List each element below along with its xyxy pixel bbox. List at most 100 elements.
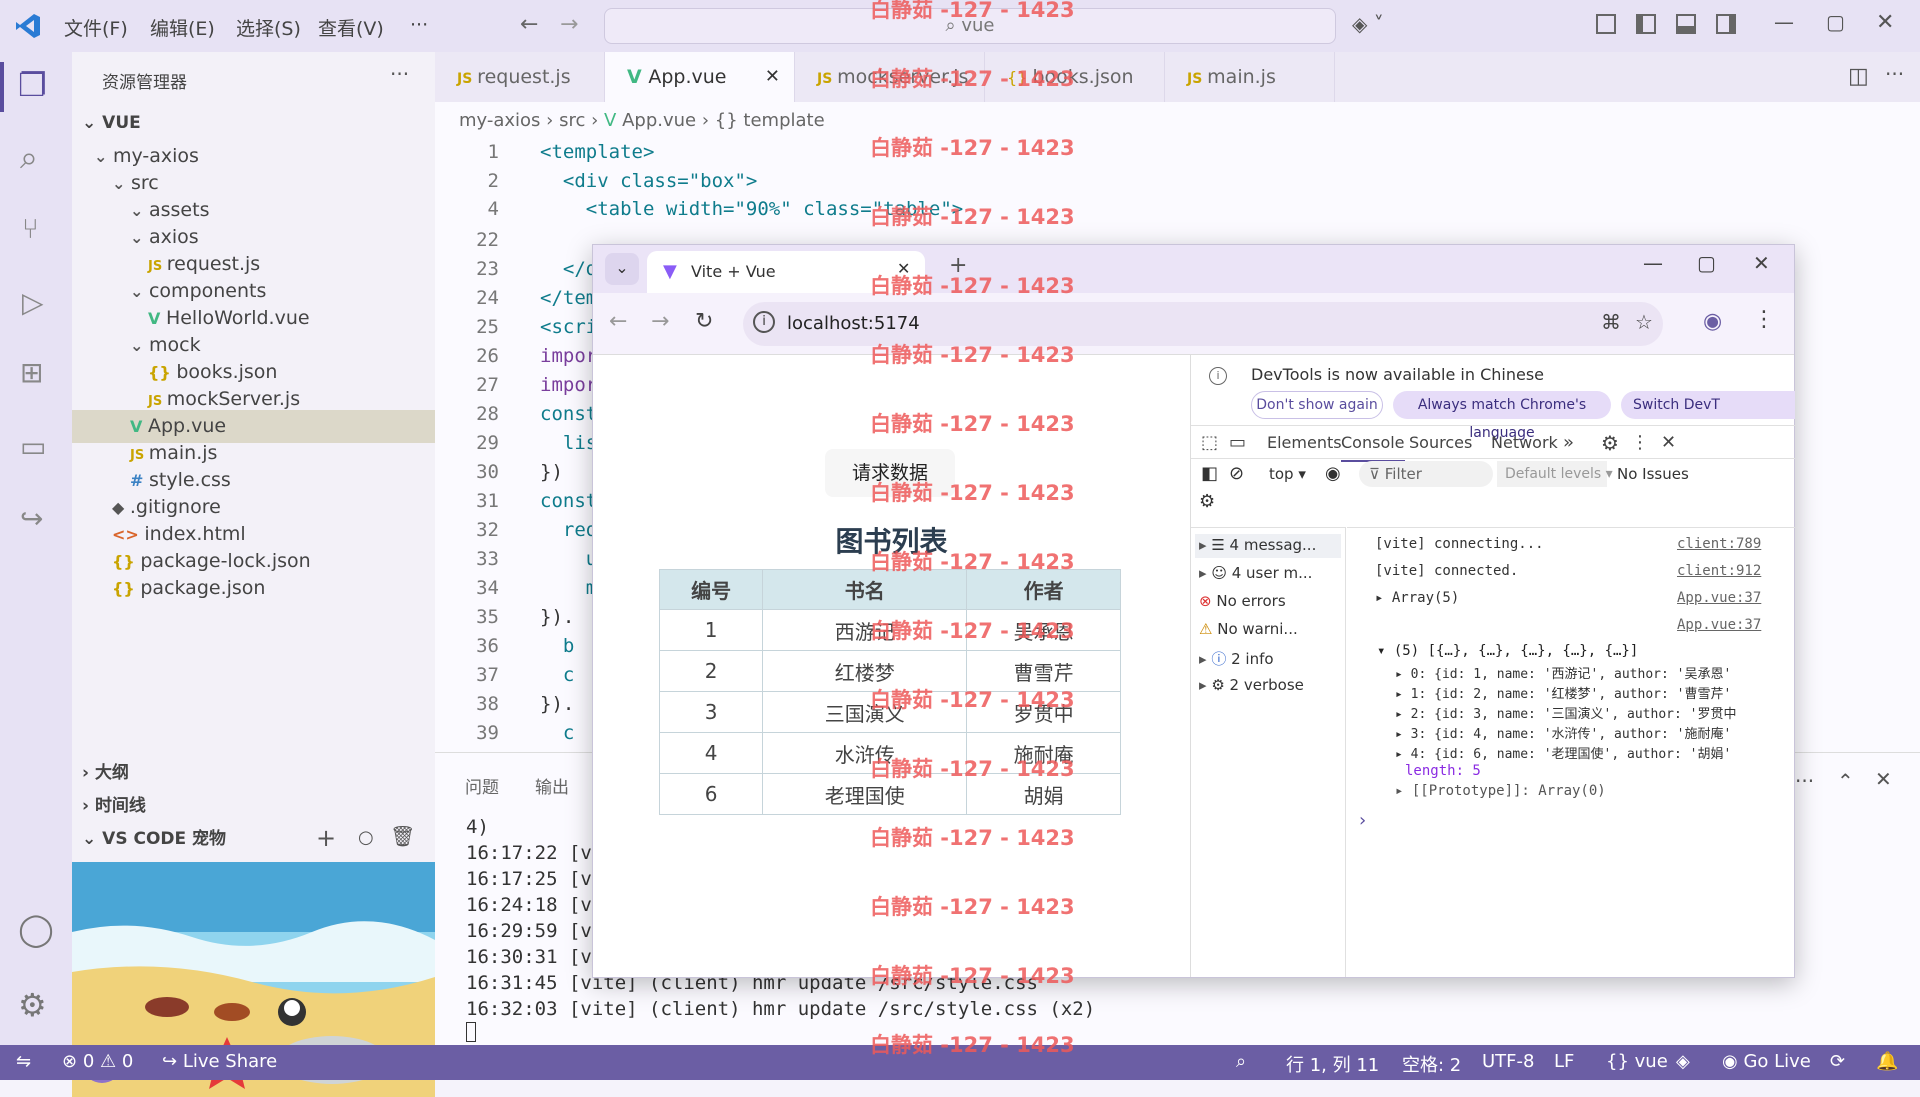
- zoom-icon[interactable]: ⌕: [1236, 1051, 1246, 1072]
- breadcrumb-item[interactable]: my-axios: [459, 110, 540, 131]
- reload-icon[interactable]: ↻: [695, 309, 713, 334]
- code-line[interactable]: m: [540, 577, 597, 599]
- tab-sources[interactable]: Sources: [1409, 426, 1472, 460]
- console-message[interactable]: ▸ Array(5): [1375, 590, 1459, 606]
- code-line[interactable]: req: [540, 519, 597, 541]
- code-line[interactable]: }).: [540, 606, 574, 628]
- pet-section[interactable]: ⌄ VS CODE 宠物: [72, 823, 435, 856]
- live-share-status[interactable]: ↪ Live Share: [162, 1051, 277, 1072]
- tab-app-vue[interactable]: V App.vue ✕: [605, 52, 795, 102]
- toggle-secondary-sidebar-icon[interactable]: [1716, 14, 1736, 34]
- array-expanded[interactable]: ▾ (5) [{…}, {…}, {…}, {…}, {…}]: [1377, 643, 1638, 659]
- clear-console-icon[interactable]: ⊘: [1229, 463, 1244, 484]
- bookmark-star-icon[interactable]: ☆: [1635, 310, 1653, 334]
- device-toolbar-icon[interactable]: ▭: [1229, 426, 1246, 460]
- more-tabs-icon[interactable]: »: [1563, 426, 1574, 460]
- account-icon[interactable]: ◯: [18, 910, 54, 948]
- code-line[interactable]: const: [540, 490, 597, 512]
- context-select[interactable]: top ▾: [1269, 465, 1306, 483]
- profile-icon[interactable]: ◉: [1703, 309, 1722, 334]
- array-item[interactable]: ▸ 1: {id: 2, name: '红楼梦', author: '曹雪芹': [1395, 683, 1731, 702]
- remote-icon[interactable]: ⇋: [16, 1051, 31, 1072]
- search-icon[interactable]: ⌕: [20, 138, 38, 177]
- menu-more[interactable]: ···: [410, 14, 428, 36]
- code-line[interactable]: c: [540, 722, 574, 744]
- array-item[interactable]: ▸ 4: {id: 6, name: '老理国使', author: '胡娟': [1395, 743, 1731, 762]
- code-line[interactable]: impor: [540, 345, 597, 367]
- browser-menu-icon[interactable]: ⋮: [1753, 307, 1775, 332]
- console-filter-input[interactable]: ⊽ Filter: [1359, 461, 1493, 487]
- customize-devtools-icon[interactable]: ⋮: [1631, 426, 1649, 460]
- tab-main-js[interactable]: JS main.js: [1165, 52, 1335, 102]
- maximize-icon[interactable]: ▢: [1826, 10, 1845, 34]
- console-sidebar-item[interactable]: ▸ ☰ 4 messag...: [1199, 536, 1316, 554]
- menu-edit[interactable]: 编辑(E): [150, 14, 215, 41]
- code-line[interactable]: const: [540, 403, 597, 425]
- array-prototype[interactable]: ▸ [[Prototype]]: Array(0): [1395, 783, 1606, 799]
- code-line[interactable]: lis: [540, 432, 597, 454]
- console-source-link[interactable]: App.vue:37: [1677, 590, 1761, 606]
- live-expression-eye-icon[interactable]: ◉: [1325, 463, 1341, 484]
- tab-console[interactable]: Console: [1341, 426, 1405, 462]
- run-debug-icon[interactable]: ▷: [22, 286, 44, 319]
- tab-problems[interactable]: 问题: [465, 773, 499, 798]
- toggle-sidebar-icon[interactable]: [1636, 14, 1656, 34]
- settings-gear-icon[interactable]: ⚙: [18, 986, 47, 1024]
- breadcrumb-item[interactable]: {} template: [715, 110, 825, 131]
- trash-icon[interactable]: 🗑: [390, 824, 415, 848]
- maximize-icon[interactable]: ▢: [1697, 251, 1716, 275]
- tab-elements[interactable]: Elements: [1267, 426, 1342, 460]
- split-editor-icon[interactable]: ◫: [1848, 64, 1869, 89]
- more-actions-icon[interactable]: ···: [1795, 769, 1814, 793]
- go-live-button[interactable]: ◉ Go Live: [1722, 1051, 1811, 1072]
- tab-network[interactable]: Network: [1491, 426, 1558, 460]
- indentation[interactable]: 空格: 2: [1402, 1051, 1461, 1077]
- console-sidebar-item[interactable]: ⚠ No warni...: [1199, 620, 1298, 638]
- remote-explorer-icon[interactable]: ▭: [20, 430, 46, 463]
- workspace-root[interactable]: ⌄ VUE: [72, 107, 435, 140]
- console-prompt[interactable]: ›: [1359, 810, 1366, 831]
- code-line[interactable]: <scri: [540, 316, 597, 338]
- code-line[interactable]: impor: [540, 374, 597, 396]
- source-control-icon[interactable]: ⑂: [22, 212, 39, 245]
- code-line[interactable]: </d: [540, 258, 597, 280]
- line-ending[interactable]: LF: [1554, 1051, 1574, 1072]
- code-line[interactable]: c: [540, 664, 574, 686]
- inspect-element-icon[interactable]: ⬚: [1201, 426, 1218, 460]
- copilot-status-icon[interactable]: ◈: [1676, 1051, 1690, 1072]
- back-arrow-icon[interactable]: ←: [520, 12, 538, 37]
- console-settings-icon[interactable]: ⚙: [1199, 491, 1215, 512]
- translate-icon[interactable]: ⌘: [1601, 310, 1621, 334]
- close-devtools-icon[interactable]: ✕: [1661, 426, 1676, 460]
- layout-toggle-icon[interactable]: [1596, 14, 1616, 34]
- add-pet-icon[interactable]: +: [316, 824, 336, 852]
- always-match-language-button[interactable]: Always match Chrome's language: [1393, 391, 1611, 441]
- notifications-bell-icon[interactable]: 🔔: [1876, 1051, 1898, 1072]
- menu-selection[interactable]: 选择(S): [236, 14, 301, 41]
- timeline-section[interactable]: › 时间线: [72, 790, 435, 823]
- minimize-icon[interactable]: —: [1774, 10, 1794, 34]
- toggle-panel-icon[interactable]: [1676, 14, 1696, 34]
- code-line[interactable]: }): [540, 461, 563, 483]
- breadcrumb-item[interactable]: App.vue: [622, 110, 696, 131]
- sync-icon[interactable]: ⟳: [1830, 1051, 1845, 1072]
- code-line[interactable]: <div class="box">: [540, 170, 757, 192]
- console-sidebar-item[interactable]: ▸ ☺ 4 user m...: [1199, 564, 1312, 582]
- more-actions-icon[interactable]: ···: [390, 62, 409, 86]
- switch-devtools-button[interactable]: Switch DevT: [1621, 391, 1795, 419]
- site-info-icon[interactable]: i: [753, 311, 775, 333]
- forward-arrow-icon[interactable]: →: [560, 12, 578, 37]
- console-source-link[interactable]: client:912: [1677, 563, 1761, 579]
- problems-status[interactable]: ⊗ 0 ⚠ 0: [62, 1051, 133, 1072]
- console-sidebar-item[interactable]: ▸ ⚙ 2 verbose: [1199, 676, 1304, 694]
- console-source-link[interactable]: client:789: [1677, 536, 1761, 552]
- array-item[interactable]: ▸ 3: {id: 4, name: '水浒传', author: '施耐庵': [1395, 723, 1731, 742]
- code-line[interactable]: b: [540, 635, 574, 657]
- code-line[interactable]: </tem: [540, 287, 597, 309]
- array-item[interactable]: ▸ 0: {id: 1, name: '西游记', author: '吴承恩': [1395, 663, 1731, 682]
- close-icon[interactable]: ✕: [1753, 251, 1770, 275]
- console-source-link[interactable]: App.vue:37: [1677, 617, 1761, 633]
- dont-show-again-button[interactable]: Don't show again: [1251, 391, 1383, 419]
- code-line[interactable]: }).: [540, 693, 574, 715]
- settings-gear-icon[interactable]: ⚙: [1601, 426, 1619, 460]
